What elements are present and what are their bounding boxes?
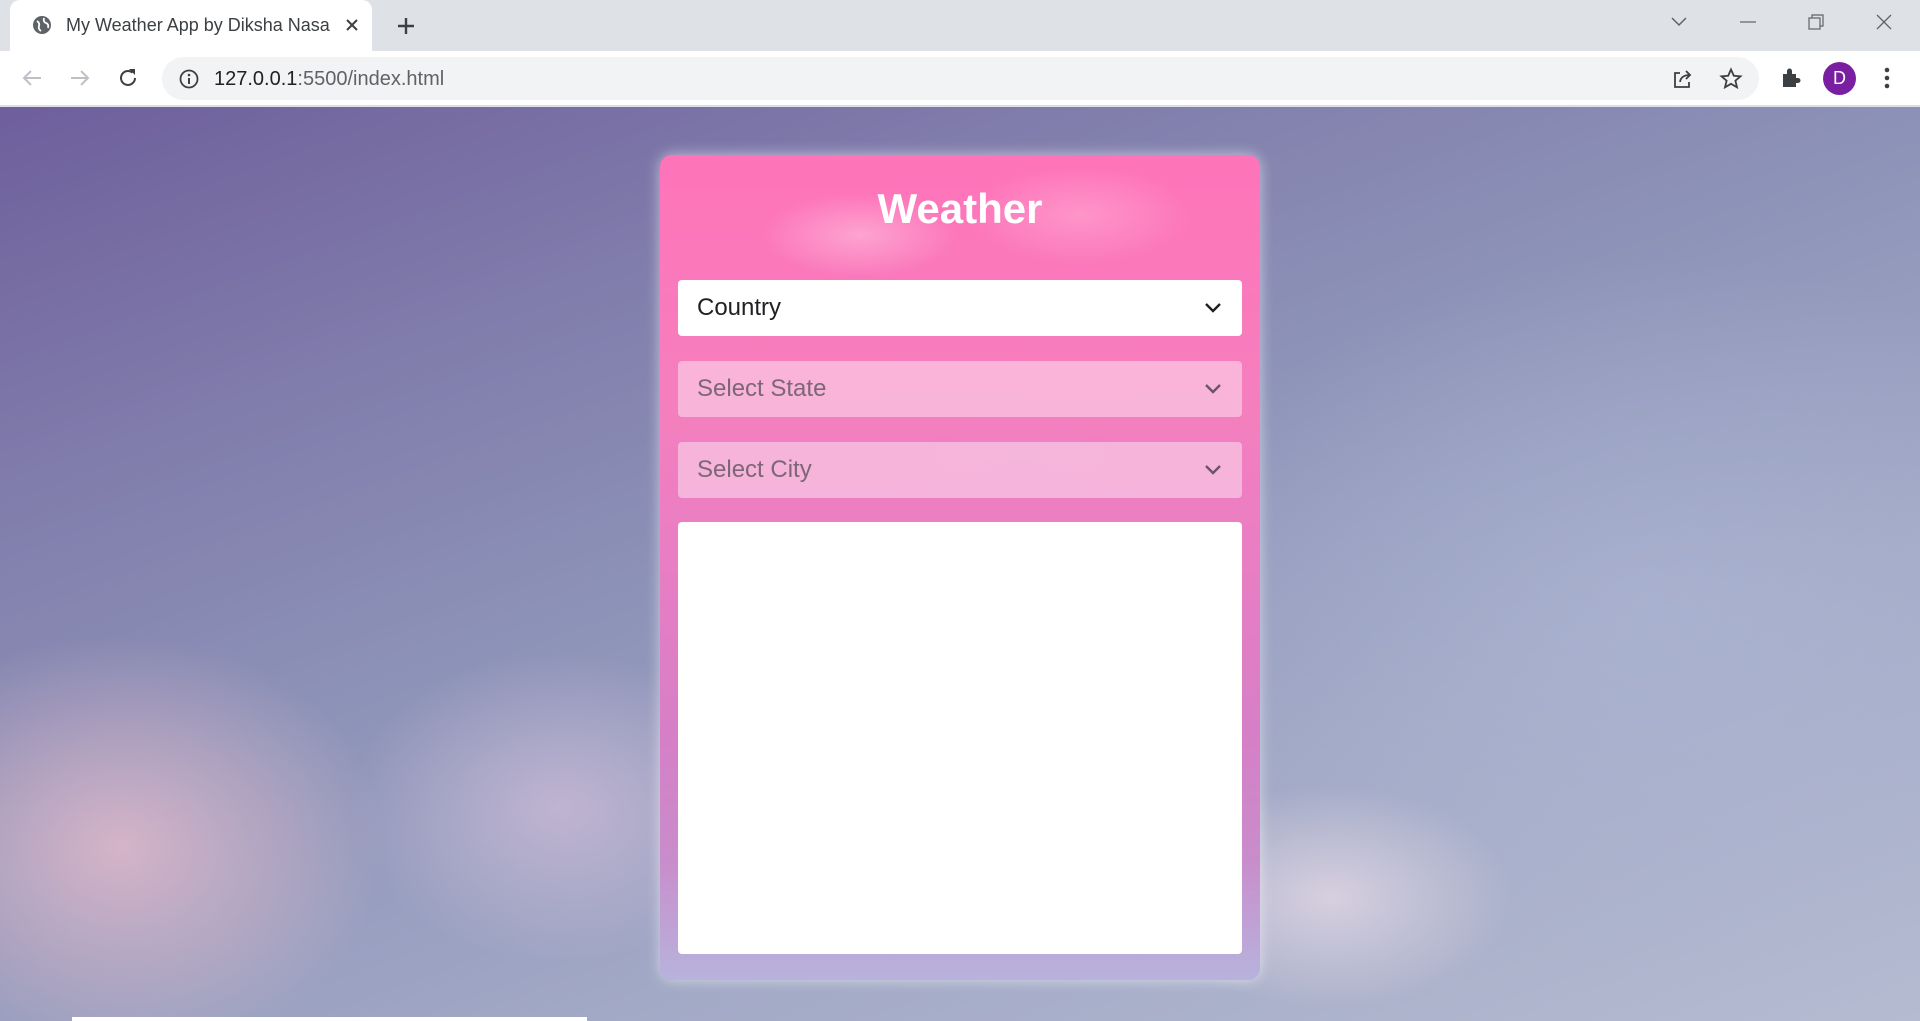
chevron-down-icon — [1202, 459, 1224, 481]
url-path: :5500/index.html — [297, 68, 445, 90]
forward-icon[interactable] — [63, 61, 97, 95]
chevron-down-icon — [1202, 297, 1224, 319]
horizontal-scrollbar[interactable] — [72, 1017, 587, 1021]
restore-icon[interactable] — [1782, 0, 1850, 44]
city-select-value: Select City — [697, 456, 812, 483]
tab-title: My Weather App by Diksha Nasa — [66, 15, 330, 35]
menu-icon[interactable] — [1870, 61, 1904, 95]
globe-icon — [31, 14, 53, 36]
share-icon[interactable] — [1670, 66, 1696, 92]
city-select[interactable]: Select City — [678, 442, 1242, 498]
plus-icon[interactable] — [392, 12, 420, 40]
close-icon[interactable] — [340, 13, 364, 37]
address-bar[interactable]: 127.0.0.1:5500/index.html — [162, 57, 1759, 100]
avatar[interactable]: D — [1823, 62, 1856, 95]
reload-icon[interactable] — [111, 61, 145, 95]
minimize-icon[interactable] — [1714, 0, 1782, 44]
close-window-icon[interactable] — [1850, 0, 1918, 44]
page-viewport: Weather Country Select State Select City — [0, 107, 1920, 1021]
weather-result-panel — [678, 522, 1242, 954]
state-select-value: Select State — [697, 375, 827, 402]
country-select-value: Country — [697, 294, 782, 321]
weather-card: Weather Country Select State Select City — [660, 155, 1260, 980]
chevron-down-icon — [1202, 378, 1224, 400]
browser-tab[interactable]: My Weather App by Diksha Nasa — [10, 0, 372, 51]
info-icon[interactable] — [178, 68, 200, 90]
state-select[interactable]: Select State — [678, 361, 1242, 417]
page-title: Weather — [877, 185, 1043, 232]
country-select[interactable]: Country — [678, 280, 1242, 336]
back-icon[interactable] — [15, 61, 49, 95]
url-text: 127.0.0.1:5500/index.html — [214, 68, 444, 91]
url-host: 127.0.0.1 — [214, 68, 298, 90]
extensions-icon[interactable] — [1774, 61, 1808, 95]
tab-strip: My Weather App by Diksha Nasa — [0, 0, 1920, 51]
browser-toolbar: 127.0.0.1:5500/index.html D — [0, 51, 1920, 106]
tab-search-icon[interactable] — [1645, 0, 1713, 44]
star-icon[interactable] — [1718, 66, 1744, 92]
